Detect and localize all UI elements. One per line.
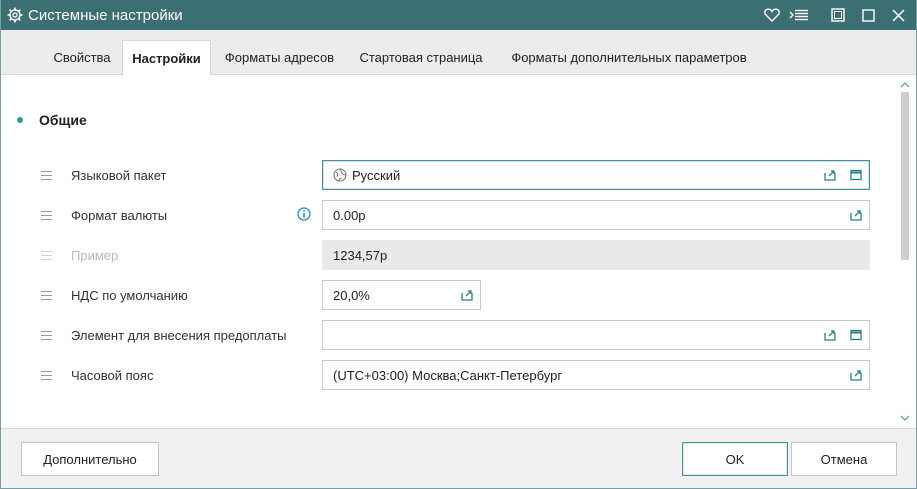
prepayment-element-label: Элемент для внесения предоплаты: [71, 328, 287, 343]
default-vat-label: НДС по умолчанию: [71, 288, 188, 303]
menu-list-icon[interactable]: [785, 0, 813, 30]
language-field[interactable]: Русский: [322, 160, 870, 190]
open-window-icon[interactable]: [849, 328, 863, 342]
open-selector-icon[interactable]: [823, 328, 837, 342]
tab-settings[interactable]: Настройки: [122, 40, 211, 76]
scroll-down-icon[interactable]: [899, 413, 911, 423]
currency-format-field[interactable]: 0.00р: [322, 200, 870, 230]
default-vat-field[interactable]: 20,0%: [322, 280, 481, 310]
window-title: Системные настройки: [28, 6, 183, 24]
more-button[interactable]: Дополнительно: [21, 442, 159, 476]
title-bar: Системные настройки: [0, 0, 917, 30]
maximize-icon[interactable]: [853, 0, 883, 30]
drag-handle-icon: [41, 251, 52, 260]
cancel-button[interactable]: Отмена: [791, 442, 897, 476]
example-field: 1234,57р: [322, 240, 870, 270]
tab-bar: Свойства Настройки Форматы адресов Старт…: [1, 30, 916, 76]
scrollbar-thumb[interactable]: [901, 92, 909, 260]
open-window-icon[interactable]: [849, 168, 863, 182]
settings-panel: Общие Языковой пакет Русский Формат валю…: [1, 76, 916, 428]
dialog-footer: Дополнительно OK Отмена: [1, 428, 916, 488]
language-value: Русский: [352, 167, 401, 183]
vertical-scrollbar[interactable]: [898, 82, 912, 428]
drag-handle-icon[interactable]: [41, 331, 52, 340]
currency-format-label: Формат валюты: [71, 208, 168, 223]
restore-icon[interactable]: [823, 0, 853, 30]
currency-format-value: 0.00р: [333, 207, 366, 223]
default-vat-value: 20,0%: [333, 287, 370, 303]
timezone-field[interactable]: (UTC+03:00) Москва;Санкт-Петербург: [322, 360, 870, 390]
open-selector-icon[interactable]: [460, 288, 474, 302]
drag-handle-icon[interactable]: [41, 171, 52, 180]
section-title[interactable]: Общие: [39, 112, 87, 128]
tab-extra-param-formats[interactable]: Форматы дополнительных параметров: [495, 40, 763, 75]
example-value: 1234,57р: [333, 247, 388, 263]
tab-properties[interactable]: Свойства: [41, 40, 123, 75]
tab-address-formats[interactable]: Форматы адресов: [212, 40, 347, 75]
gear-icon: [6, 6, 24, 24]
example-label: Пример: [71, 248, 119, 263]
timezone-label: Часовой пояс: [71, 368, 154, 383]
drag-handle-icon[interactable]: [41, 211, 52, 220]
close-icon[interactable]: [883, 0, 913, 30]
open-selector-icon[interactable]: [823, 168, 837, 182]
open-selector-icon[interactable]: [849, 368, 863, 382]
section-bullet: [17, 117, 23, 123]
language-label: Языковой пакет: [71, 168, 167, 183]
timezone-value: (UTC+03:00) Москва;Санкт-Петербург: [333, 367, 563, 383]
tab-start-page[interactable]: Стартовая страница: [347, 40, 495, 75]
globe-icon: [333, 168, 347, 182]
heart-icon[interactable]: [759, 0, 785, 30]
ok-button[interactable]: OK: [682, 442, 788, 476]
prepayment-element-field[interactable]: [322, 320, 870, 350]
scroll-up-icon[interactable]: [899, 80, 911, 90]
drag-handle-icon[interactable]: [41, 291, 52, 300]
info-icon[interactable]: [297, 207, 311, 221]
drag-handle-icon[interactable]: [41, 371, 52, 380]
open-selector-icon[interactable]: [849, 208, 863, 222]
